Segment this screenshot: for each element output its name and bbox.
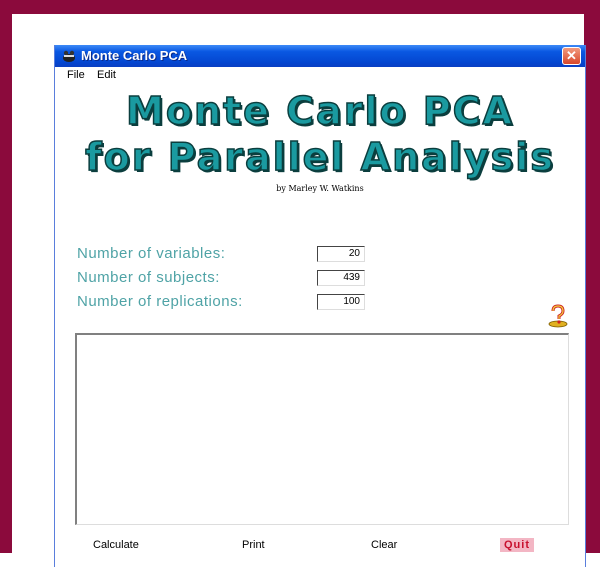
quit-button[interactable]: Quit (500, 538, 534, 552)
variables-input[interactable]: 20 (317, 246, 365, 262)
app-heading-line2: for Parallel Analysis (84, 134, 555, 180)
window-title: Monte Carlo PCA (81, 48, 188, 63)
print-button[interactable]: Print (242, 539, 265, 551)
calculate-button[interactable]: Calculate (93, 539, 139, 551)
app-icon (63, 50, 75, 62)
close-button[interactable]: ✕ (562, 47, 581, 65)
outer-frame: Monte Carlo PCA ✕ File Edit Monte Carlo … (0, 0, 600, 567)
variables-label: Number of variables: (77, 245, 226, 262)
subjects-input[interactable]: 439 (317, 270, 365, 286)
app-window: Monte Carlo PCA ✕ File Edit Monte Carlo … (54, 45, 586, 567)
menu-bar: File Edit (55, 67, 585, 83)
replications-input[interactable]: 100 (317, 294, 365, 310)
close-icon: ✕ (566, 48, 577, 63)
author-credit: by Marley W. Watkins (276, 184, 364, 193)
clear-button[interactable]: Clear (371, 539, 397, 551)
replications-label: Number of replications: (77, 293, 243, 310)
title-bar[interactable]: Monte Carlo PCA ✕ (55, 45, 585, 67)
menu-edit[interactable]: Edit (97, 69, 116, 81)
help-icon[interactable] (547, 304, 569, 328)
subjects-label: Number of subjects: (77, 269, 220, 286)
results-output[interactable] (75, 333, 569, 525)
app-heading-line1: Monte Carlo PCA (125, 88, 514, 134)
menu-file[interactable]: File (67, 69, 85, 81)
